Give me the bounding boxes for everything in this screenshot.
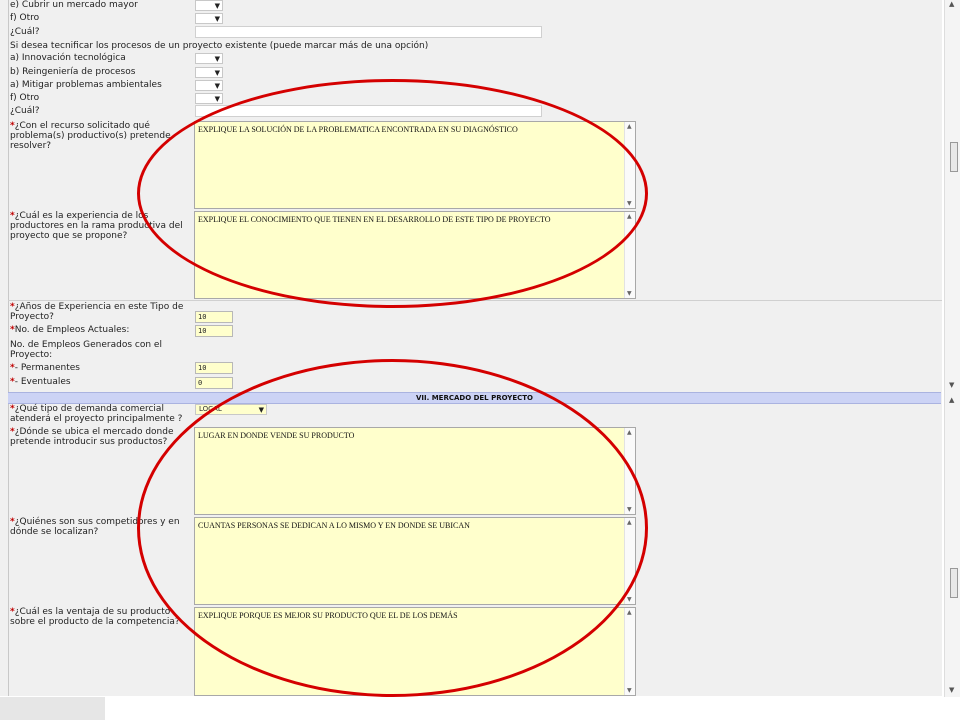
permanentes-input[interactable]: 10 — [195, 362, 233, 374]
page-scrollbar[interactable]: ▲ ▼ ▲ ▼ — [944, 0, 960, 698]
tecnificar-select-innovacion[interactable]: ▼ — [195, 53, 223, 64]
scrollbar-thumb[interactable] — [950, 568, 958, 598]
scroll-up-icon[interactable]: ▲ — [949, 396, 954, 404]
option-select-otro[interactable]: ▼ — [195, 13, 223, 24]
empleos-generados-label: No. de Empleos Generados con el Proyecto… — [10, 340, 162, 360]
empleos-actuales-input[interactable]: 10 — [195, 325, 233, 337]
permanentes-label: *- Permanentes — [10, 363, 80, 373]
highlight-ellipse — [137, 359, 648, 697]
scrollbar-thumb[interactable] — [950, 142, 958, 172]
ubica-label: *¿Dónde se ubica el mercado donde preten… — [10, 427, 174, 447]
tecnificar-label-otro: f) Otro — [10, 93, 40, 103]
dropdown-arrow-icon: ▼ — [214, 82, 220, 90]
cual-input[interactable] — [195, 26, 542, 38]
tecnificar-select-mitigar[interactable]: ▼ — [195, 80, 223, 91]
demanda-label: *¿Qué tipo de demanda comercial atenderá… — [10, 404, 183, 424]
tecnificar-question: Si desea tecnificar los procesos de un p… — [10, 41, 429, 51]
form-left-border — [8, 0, 9, 696]
cual-label: ¿Cuál? — [10, 27, 40, 37]
empleos-actuales-label: *No. de Empleos Actuales: — [10, 325, 130, 335]
bottom-tab — [0, 697, 105, 720]
option-label-otro: f) Otro — [10, 13, 40, 23]
dropdown-arrow-icon: ▼ — [214, 95, 220, 103]
bottom-bar — [0, 697, 960, 720]
tecnificar-select-otro[interactable]: ▼ — [195, 93, 223, 104]
scroll-up-icon[interactable]: ▲ — [627, 123, 632, 130]
scroll-down-icon[interactable]: ▼ — [627, 596, 632, 603]
dropdown-arrow-icon: ▼ — [214, 69, 220, 77]
highlight-ellipse — [137, 79, 648, 308]
scroll-up-icon[interactable]: ▲ — [627, 609, 632, 616]
anios-label: *¿Años de Experiencia en este Tipo de Pr… — [10, 302, 184, 322]
tecnificar-label-mitigar: a) Mitigar problemas ambientales — [10, 80, 162, 90]
dropdown-arrow-icon: ▼ — [214, 2, 220, 10]
option-label-cubrir-mercado: e) Cubrir un mercado mayor — [10, 0, 138, 10]
scroll-down-icon[interactable]: ▼ — [627, 290, 632, 297]
tecnificar-label-innovacion: a) Innovación tecnológica — [10, 53, 126, 63]
eventuales-input[interactable]: 0 — [195, 377, 233, 389]
scroll-down-icon[interactable]: ▼ — [627, 687, 632, 694]
tecnificar-label-reingenieria: b) Reingeniería de procesos — [10, 67, 136, 77]
scroll-down-icon[interactable]: ▼ — [949, 686, 954, 694]
scroll-down-icon[interactable]: ▼ — [949, 381, 954, 389]
option-select-cubrir-mercado[interactable]: ▼ — [195, 0, 223, 11]
cual-label-2: ¿Cuál? — [10, 106, 40, 116]
tecnificar-select-reingenieria[interactable]: ▼ — [195, 67, 223, 78]
ventaja-label: *¿Cuál es la ventaja de su producto sobr… — [10, 607, 180, 627]
anios-input[interactable]: 10 — [195, 311, 233, 323]
scroll-up-icon[interactable]: ▲ — [627, 429, 632, 436]
textarea-scrollbar[interactable]: ▲ ▼ — [624, 608, 635, 695]
eventuales-label: *- Eventuales — [10, 377, 71, 387]
dropdown-arrow-icon: ▼ — [214, 15, 220, 23]
scroll-up-icon[interactable]: ▲ — [949, 0, 954, 8]
dropdown-arrow-icon: ▼ — [214, 55, 220, 63]
